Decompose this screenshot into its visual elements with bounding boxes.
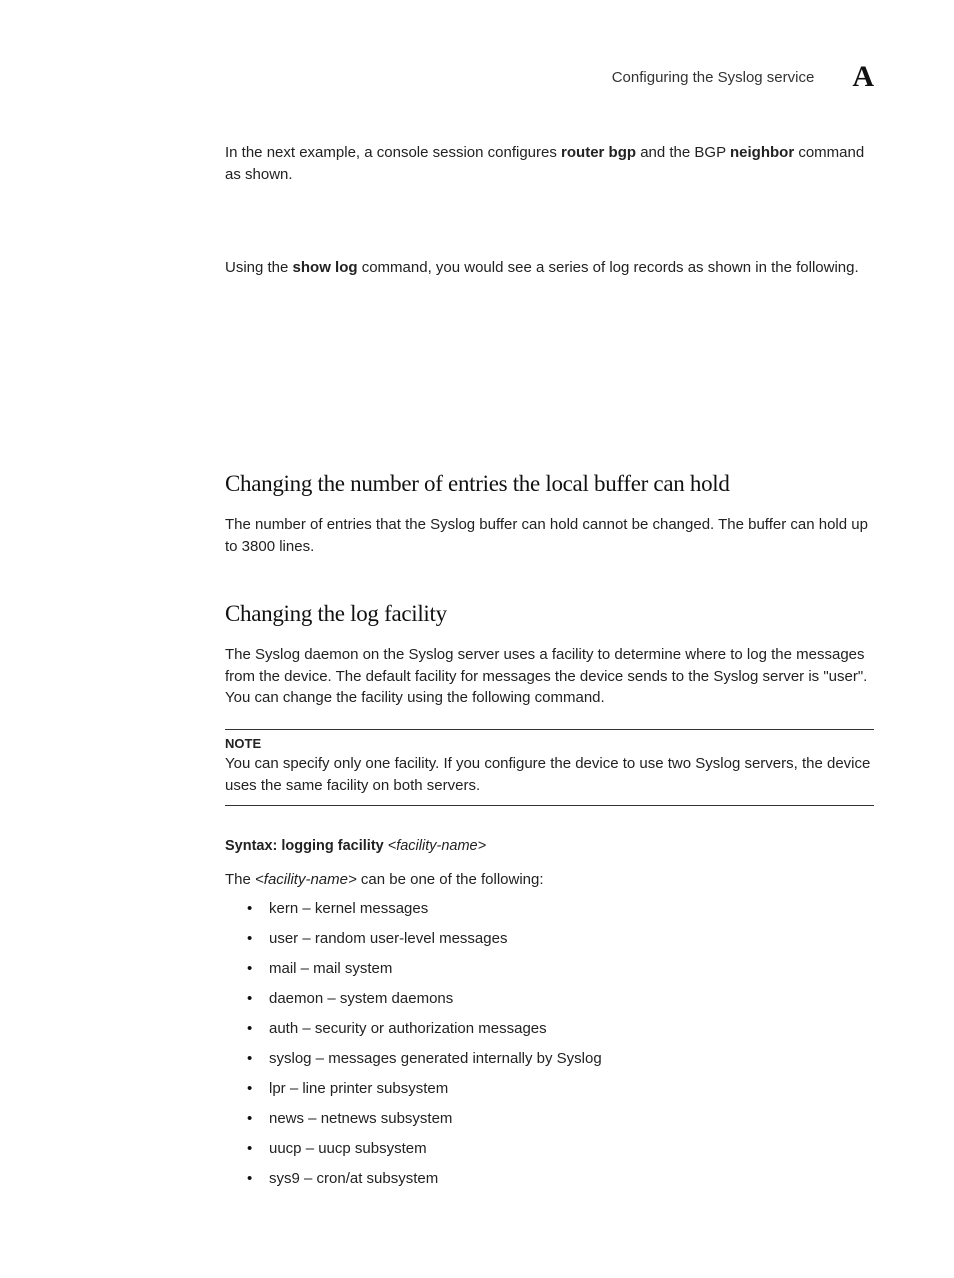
section-heading-facility: Changing the log facility [225, 598, 874, 629]
section1-body: The number of entries that the Syslog bu… [225, 514, 874, 558]
italic-text: <facility-name> [255, 871, 357, 888]
note-block: NOTE You can specify only one facility. … [225, 729, 874, 806]
facility-intro: The <facility-name> can be one of the fo… [225, 869, 874, 891]
list-item: daemon – system daemons [247, 988, 874, 1009]
text: command, you would see a series of log r… [358, 259, 859, 276]
syntax-prefix: Syntax: logging facility [225, 838, 388, 854]
text: The [225, 871, 255, 888]
bold-text: show log [293, 259, 358, 276]
note-body: You can specify only one facility. If yo… [225, 753, 874, 797]
list-item: syslog – messages generated internally b… [247, 1048, 874, 1069]
spacer [225, 298, 874, 468]
intro-para-1: In the next example, a console session c… [225, 142, 874, 186]
section2-body: The Syslog daemon on the Syslog server u… [225, 644, 874, 709]
heading-text: Changing the number of entries the local… [225, 471, 730, 496]
facility-list: kern – kernel messages user – random use… [247, 898, 874, 1189]
section-heading-buffer: Changing the number of entries the local… [225, 468, 874, 499]
list-item: user – random user-level messages [247, 928, 874, 949]
list-item: news – netnews subsystem [247, 1108, 874, 1129]
list-item: lpr – line printer subsystem [247, 1078, 874, 1099]
note-label: NOTE [225, 736, 874, 751]
list-item: kern – kernel messages [247, 898, 874, 919]
bold-text: neighbor [730, 144, 794, 161]
spacer [225, 206, 874, 242]
text: and the BGP [636, 144, 730, 161]
text: Using the [225, 259, 293, 276]
text: can be one of the following: [357, 871, 544, 888]
list-item: mail – mail system [247, 958, 874, 979]
appendix-letter: A [852, 60, 874, 94]
list-item: auth – security or authorization message… [247, 1018, 874, 1039]
bold-text: router bgp [561, 144, 636, 161]
intro-para-2: Using the show log command, you would se… [225, 257, 874, 279]
syntax-line: Syntax: logging facility <facility-name> [225, 838, 874, 854]
syntax-arg: <facility-name> [388, 838, 486, 854]
text: In the next example, a console session c… [225, 144, 561, 161]
list-item: sys9 – cron/at subsystem [247, 1168, 874, 1189]
list-item: uucp – uucp subsystem [247, 1138, 874, 1159]
page-header: Configuring the Syslog service A [225, 60, 874, 94]
page-content: Configuring the Syslog service A In the … [0, 0, 954, 1278]
header-title: Configuring the Syslog service [612, 69, 815, 86]
